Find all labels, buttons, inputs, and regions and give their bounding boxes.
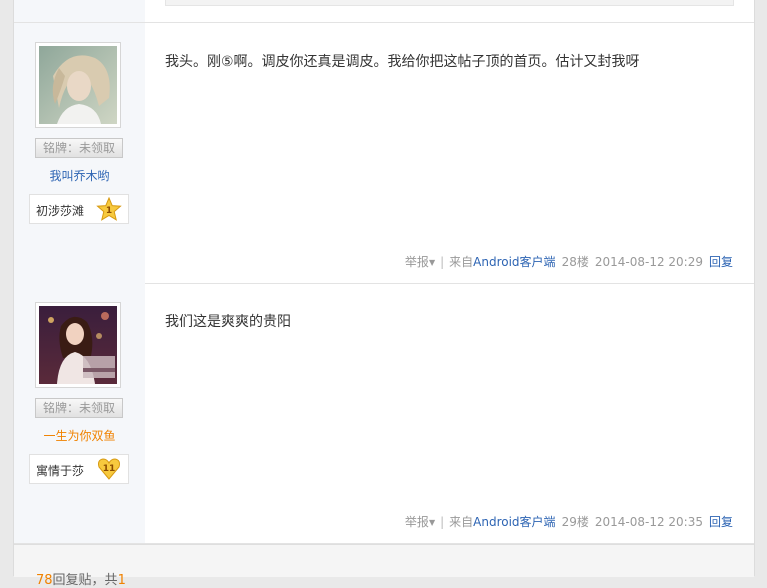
username-link[interactable]: 一生为你双鱼 — [14, 428, 145, 444]
medal-badge[interactable]: 铭牌：未领取 — [35, 138, 123, 158]
level-name: 寓情于莎 — [36, 464, 85, 478]
page-count: 1 — [117, 573, 126, 588]
report-link[interactable]: 举报 — [405, 515, 429, 529]
floor-number: 28楼 — [561, 255, 589, 269]
reply-button[interactable]: 回复 — [709, 255, 733, 269]
caret-down-icon[interactable]: ▼ — [429, 258, 435, 267]
user-level-badge[interactable]: 初涉莎滩 1 — [29, 194, 129, 224]
previous-post-sidebar — [14, 0, 145, 22]
level-name: 初涉莎滩 — [36, 204, 85, 218]
thread-stats: 78回复贴，共1 — [36, 569, 126, 588]
reply-button[interactable]: 回复 — [709, 515, 733, 529]
username-link[interactable]: 我叫乔木哟 — [14, 168, 145, 184]
user-level-badge[interactable]: 寓情于莎 11 — [29, 454, 129, 484]
caret-down-icon[interactable]: ▼ — [429, 518, 435, 527]
author-sidebar: 铭牌：未领取 我叫乔木哟 初涉莎滩 1 — [14, 23, 145, 283]
separator: | — [440, 515, 445, 529]
post-content: 我头。刚⑤啊。调皮你还真是调皮。我给你把这帖子顶的首页。估计又封我呀 — [165, 54, 640, 70]
author-sidebar: 铭牌：未领取 一生为你双鱼 寓情于莎 11 — [14, 283, 145, 543]
post-tail: 举报▼ | 来自Android客户端 28楼 2014-08-12 20:29 回复 — [405, 253, 733, 270]
avatar-image — [39, 46, 117, 124]
avatar[interactable] — [35, 302, 121, 388]
post-time: 2014-08-12 20:35 — [594, 515, 703, 529]
client-link[interactable]: Android客户端 — [473, 515, 555, 529]
floor-number: 29楼 — [561, 515, 589, 529]
client-prefix: 来自 — [449, 515, 474, 529]
heart-level-icon: 11 — [98, 458, 120, 480]
separator: | — [440, 255, 445, 269]
client-link[interactable]: Android客户端 — [473, 255, 555, 269]
post-content: 我们这是爽爽的贵阳 — [165, 314, 291, 330]
medal-badge[interactable]: 铭牌：未领取 — [35, 398, 123, 418]
thread-page: 铭牌：未领取 我叫乔木哟 初涉莎滩 1 我头。刚⑤啊。调皮你还真是调皮。我给你把… — [13, 0, 755, 588]
reply-count: 78 — [36, 573, 53, 588]
post-floor-29: 铭牌：未领取 一生为你双鱼 寓情于莎 11 我们这是爽爽的贵阳 举报▼ | 来自An… — [14, 283, 754, 544]
reply-count-label: 回复贴，共 — [52, 573, 118, 588]
report-link[interactable]: 举报 — [405, 255, 429, 269]
client-prefix: 来自 — [449, 255, 474, 269]
avatar[interactable] — [35, 42, 121, 128]
post-tail: 举报▼ | 来自Android客户端 29楼 2014-08-12 20:35 回复 — [405, 513, 733, 530]
avatar-image — [39, 306, 117, 384]
post-time: 2014-08-12 20:29 — [594, 255, 703, 269]
level-number: 1 — [106, 206, 112, 216]
previous-post-content-box — [165, 0, 734, 6]
star-level-icon: 1 — [96, 197, 122, 221]
level-number: 11 — [103, 464, 116, 474]
previous-post-bottom — [14, 0, 754, 23]
thread-footer-bar: 78回复贴，共1 — [14, 544, 754, 588]
post-floor-28: 铭牌：未领取 我叫乔木哟 初涉莎滩 1 我头。刚⑤啊。调皮你还真是调皮。我给你把… — [14, 23, 754, 284]
